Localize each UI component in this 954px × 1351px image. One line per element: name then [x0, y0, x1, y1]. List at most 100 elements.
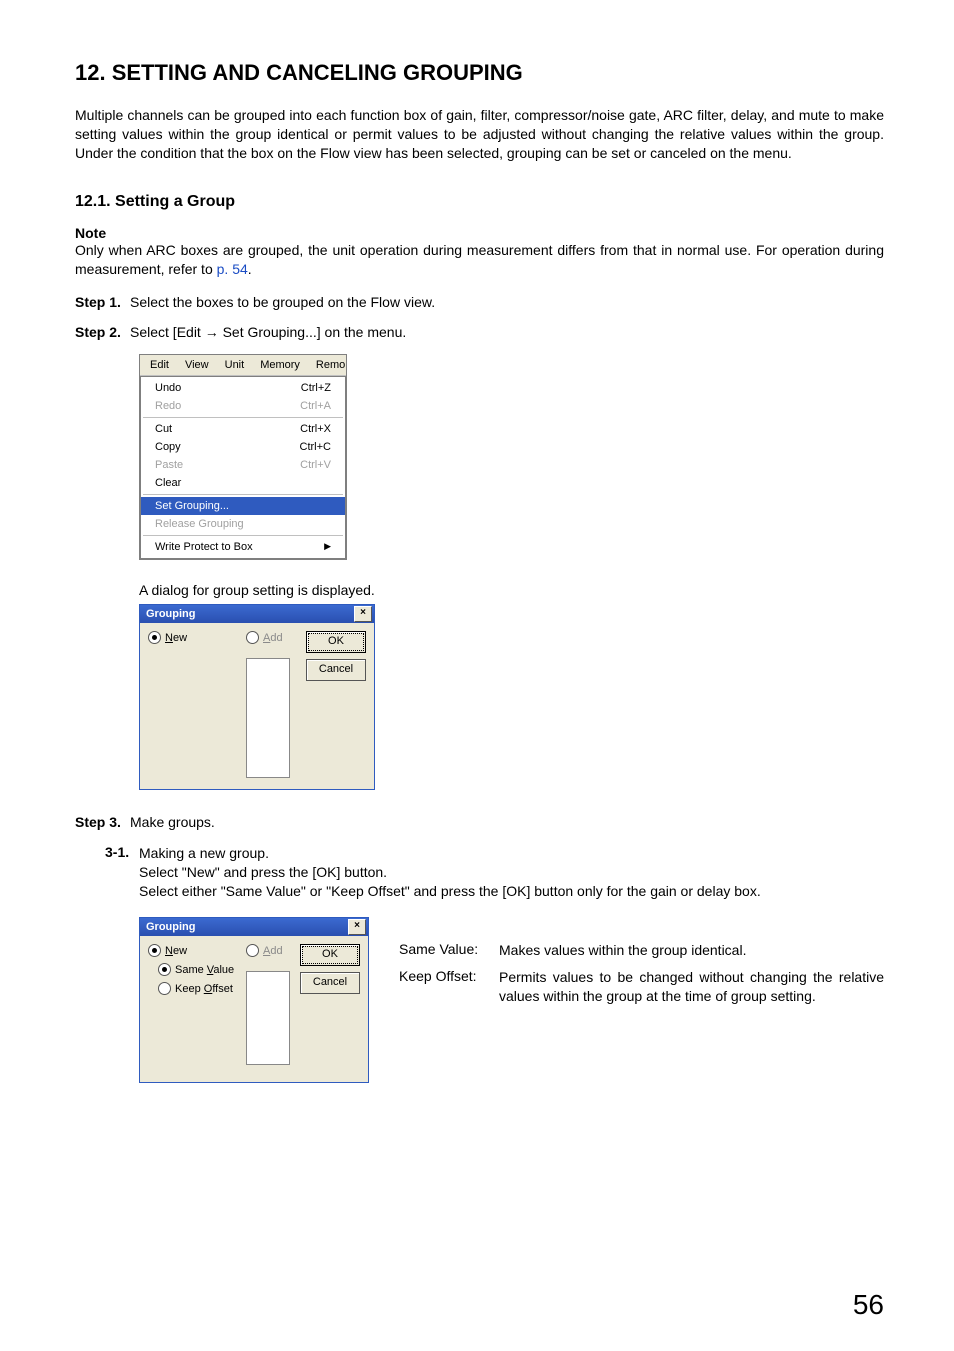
menu-release-grouping: Release Grouping: [141, 515, 345, 533]
step-1-text: Select the boxes to be grouped on the Fl…: [130, 294, 884, 310]
cancel-button[interactable]: Cancel: [306, 659, 366, 681]
page-number: 56: [853, 1289, 884, 1321]
menu-paste: Paste Ctrl+V: [141, 456, 345, 474]
menu-redo-label: Redo: [155, 400, 181, 412]
same-value-definition: Makes values within the group identical.: [499, 941, 884, 960]
page-heading: 12. SETTING AND CANCELING GROUPING: [75, 60, 884, 86]
menubar-view[interactable]: View: [177, 357, 217, 373]
radio-new-label: New: [165, 632, 187, 644]
close-button[interactable]: ×: [354, 606, 372, 622]
group-list-box[interactable]: [246, 971, 290, 1065]
menubar-remote[interactable]: Remo: [308, 357, 353, 373]
menu-undo-shortcut: Ctrl+Z: [301, 382, 331, 394]
label-rest: dd: [270, 945, 282, 957]
keep-offset-definition: Permits values to be changed without cha…: [499, 968, 884, 1006]
menubar-unit[interactable]: Unit: [217, 357, 253, 373]
close-button[interactable]: ×: [348, 919, 366, 935]
menu-redo-shortcut: Ctrl+A: [300, 400, 331, 412]
grouping-dialog-2: Grouping × New Same Value Keep Offset: [139, 917, 369, 1083]
step-2-text-pre: Select [Edit: [130, 324, 205, 340]
edit-menu-screenshot: Edit View Unit Memory Remo Undo Ctrl+Z R…: [139, 354, 347, 560]
radio-add-label: Add: [263, 632, 283, 644]
page-link[interactable]: p. 54: [217, 261, 248, 277]
menu-paste-shortcut: Ctrl+V: [300, 459, 331, 471]
radio-new-label: New: [165, 945, 187, 957]
edit-dropdown: Undo Ctrl+Z Redo Ctrl+A Cut Ctrl+X Copy …: [140, 376, 346, 559]
step-2-text-post: Set Grouping...] on the menu.: [219, 324, 407, 340]
radio-icon: [148, 944, 161, 957]
menu-undo[interactable]: Undo Ctrl+Z: [141, 379, 345, 397]
dialog-title: Grouping: [146, 608, 196, 620]
note-label: Note: [75, 225, 884, 241]
radio-icon: [158, 963, 171, 976]
radio-new[interactable]: New: [148, 944, 238, 957]
menu-set-grouping[interactable]: Set Grouping...: [141, 497, 345, 515]
step-2: Step 2. Select [Edit → Set Grouping...] …: [75, 324, 884, 340]
dialog-titlebar: Grouping ×: [140, 605, 374, 623]
step-3-text: Make groups.: [130, 814, 884, 830]
menu-separator: [143, 494, 343, 495]
note-body: Only when ARC boxes are grouped, the uni…: [75, 241, 884, 279]
menu-separator: [143, 417, 343, 418]
group-list-box[interactable]: [246, 658, 290, 778]
label-post: ffset: [212, 983, 233, 995]
menu-cut-label: Cut: [155, 423, 172, 435]
radio-same-value-label: Same Value: [175, 964, 234, 976]
menu-set-grouping-label: Set Grouping...: [155, 500, 229, 512]
ok-button[interactable]: OK: [306, 631, 366, 653]
menu-write-protect-label: Write Protect to Box: [155, 541, 253, 553]
step-3: Step 3. Make groups.: [75, 814, 884, 830]
radio-icon: [148, 631, 161, 644]
label-rest: ew: [173, 945, 187, 957]
step-3-1-line3: Select either "Same Value" or "Keep Offs…: [139, 882, 884, 901]
menu-cut[interactable]: Cut Ctrl+X: [141, 420, 345, 438]
menubar: Edit View Unit Memory Remo: [140, 355, 346, 376]
label-rest: dd: [270, 632, 282, 644]
radio-new[interactable]: New: [148, 631, 238, 644]
menu-release-grouping-label: Release Grouping: [155, 518, 244, 530]
menu-copy-shortcut: Ctrl+C: [300, 441, 331, 453]
menubar-memory[interactable]: Memory: [252, 357, 308, 373]
section-heading: 12.1. Setting a Group: [75, 193, 884, 211]
menu-clear[interactable]: Clear: [141, 474, 345, 492]
step-3-1-label: 3-1.: [105, 844, 139, 901]
radio-keep-offset[interactable]: Keep Offset: [158, 982, 238, 995]
menu-copy-label: Copy: [155, 441, 181, 453]
same-value-term: Same Value:: [399, 941, 499, 960]
menubar-edit[interactable]: Edit: [142, 357, 177, 373]
note-text-1: Only when ARC boxes are grouped, the uni…: [75, 242, 884, 277]
submenu-arrow-icon: ▶: [324, 541, 331, 553]
step-3-1-line2: Select "New" and press the [OK] button.: [139, 863, 884, 882]
step-2-text: Select [Edit → Set Grouping...] on the m…: [130, 324, 884, 340]
arrow-icon: →: [205, 324, 219, 340]
radio-icon: [246, 631, 259, 644]
mnemonic: N: [165, 632, 173, 644]
label-pre: Same: [175, 964, 207, 976]
dialog-intro-text: A dialog for group setting is displayed.: [139, 582, 884, 598]
dialog-title: Grouping: [146, 921, 196, 933]
menu-cut-shortcut: Ctrl+X: [300, 423, 331, 435]
step-1-label: Step 1.: [75, 294, 130, 310]
menu-separator: [143, 535, 343, 536]
radio-keep-offset-label: Keep Offset: [175, 983, 233, 995]
definitions: Same Value: Makes values within the grou…: [399, 941, 884, 1014]
ok-button[interactable]: OK: [300, 944, 360, 966]
menu-paste-label: Paste: [155, 459, 183, 471]
radio-add: Add: [246, 944, 292, 957]
menu-redo: Redo Ctrl+A: [141, 397, 345, 415]
step-3-1-line1: Making a new group.: [139, 844, 884, 863]
label-pre: Keep: [175, 983, 204, 995]
step-3-label: Step 3.: [75, 814, 130, 830]
intro-paragraph: Multiple channels can be grouped into ea…: [75, 106, 884, 163]
radio-same-value[interactable]: Same Value: [158, 963, 238, 976]
step-2-label: Step 2.: [75, 324, 130, 340]
step-1: Step 1. Select the boxes to be grouped o…: [75, 294, 884, 310]
grouping-dialog-1: Grouping × New Add OK Canc: [139, 604, 375, 790]
cancel-button[interactable]: Cancel: [300, 972, 360, 994]
menu-clear-label: Clear: [155, 477, 181, 489]
step-3-1: 3-1. Making a new group. Select "New" an…: [105, 844, 884, 901]
radio-icon: [158, 982, 171, 995]
menu-copy[interactable]: Copy Ctrl+C: [141, 438, 345, 456]
radio-icon: [246, 944, 259, 957]
menu-write-protect[interactable]: Write Protect to Box ▶: [141, 538, 345, 556]
